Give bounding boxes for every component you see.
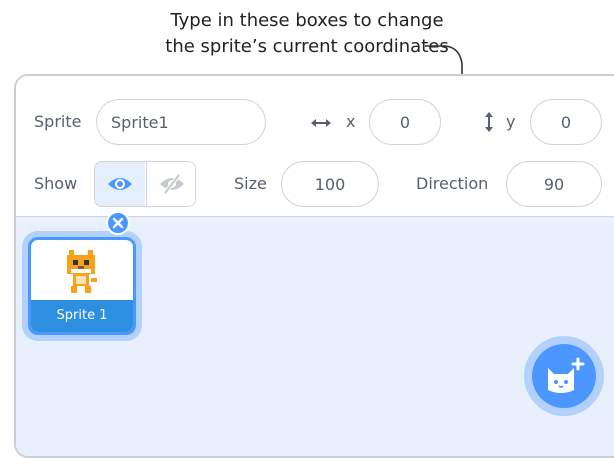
direction-label: Direction	[416, 174, 489, 193]
y-coordinate-input[interactable]	[530, 99, 602, 145]
sprite-thumbnail-card[interactable]: Sprite 1	[28, 237, 136, 335]
size-label: Size	[234, 174, 267, 193]
cat-sprite-icon	[67, 250, 97, 293]
sprite-name-input[interactable]	[96, 99, 266, 145]
horizontal-arrows-icon	[311, 119, 331, 127]
direction-input[interactable]	[506, 161, 602, 207]
sprite-list: Sprite 1	[16, 211, 614, 456]
close-icon	[112, 217, 124, 229]
sprite-info-panel: Sprite x y Show	[16, 76, 614, 216]
size-input[interactable]	[281, 161, 379, 207]
eye-slash-icon	[160, 173, 184, 195]
y-label: y	[506, 112, 516, 131]
show-hidden-button[interactable]	[146, 162, 195, 206]
x-label: x	[346, 112, 356, 131]
sprite-label: Sprite	[34, 112, 82, 131]
sprite-name-label: Sprite 1	[31, 300, 133, 332]
show-visible-button[interactable]	[95, 162, 145, 206]
eye-icon	[108, 178, 132, 190]
show-toggle	[94, 161, 196, 207]
vertical-arrows-icon	[485, 112, 493, 132]
delete-sprite-button[interactable]	[106, 211, 130, 235]
sprite-pane: Sprite x y Show	[14, 74, 614, 458]
x-coordinate-input[interactable]	[369, 99, 441, 145]
add-sprite-button[interactable]	[532, 344, 596, 408]
cat-plus-icon	[548, 357, 585, 393]
show-label: Show	[34, 174, 78, 193]
